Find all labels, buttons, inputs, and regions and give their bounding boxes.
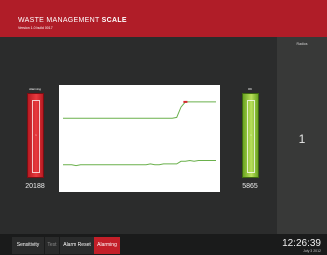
right-gauge-mark: 1 — [250, 133, 252, 137]
app-title-part2: SCALE — [101, 17, 127, 24]
clock-date: July 3 2012 — [303, 249, 321, 253]
clock-time: 12:26:39 — [282, 238, 321, 249]
app-title: WASTE MANAGEMENT SCALE — [18, 17, 127, 25]
right-panel-value: 1 — [298, 132, 306, 146]
app-title-part1: WASTE MANAGEMENT — [18, 17, 102, 24]
right-panel: Radios 1 — [277, 37, 327, 234]
series-line-1 — [63, 159, 216, 167]
test-button[interactable]: Test — [45, 237, 59, 254]
chart — [59, 85, 220, 192]
alarm-marker — [183, 100, 188, 103]
alarm-reset-button[interactable]: Alarm Reset — [60, 237, 94, 254]
chart-plot — [63, 100, 216, 167]
right-gauge: 1 — [242, 93, 259, 178]
app-version: Version 1.0 build 0017 — [18, 26, 53, 30]
right-gauge-inner: 1 — [247, 100, 255, 173]
right-gauge-label: OK — [247, 87, 253, 91]
right-panel-label: Radios — [296, 42, 308, 46]
series-line-0 — [63, 101, 216, 119]
alarming-button[interactable]: Alarming — [94, 237, 120, 254]
app-header: WASTE MANAGEMENT SCALE Version 1.0 build… — [0, 0, 327, 37]
sensitivity-button[interactable]: Sensitivity — [12, 237, 44, 254]
left-gauge-value: 20188 — [25, 183, 45, 190]
left-gauge-label: Alarming — [29, 87, 41, 91]
right-gauge-value: 5865 — [242, 183, 258, 190]
left-gauge: 1 — [27, 93, 44, 178]
left-gauge-mark: 1 — [35, 133, 37, 137]
left-gauge-inner: 1 — [32, 100, 40, 173]
